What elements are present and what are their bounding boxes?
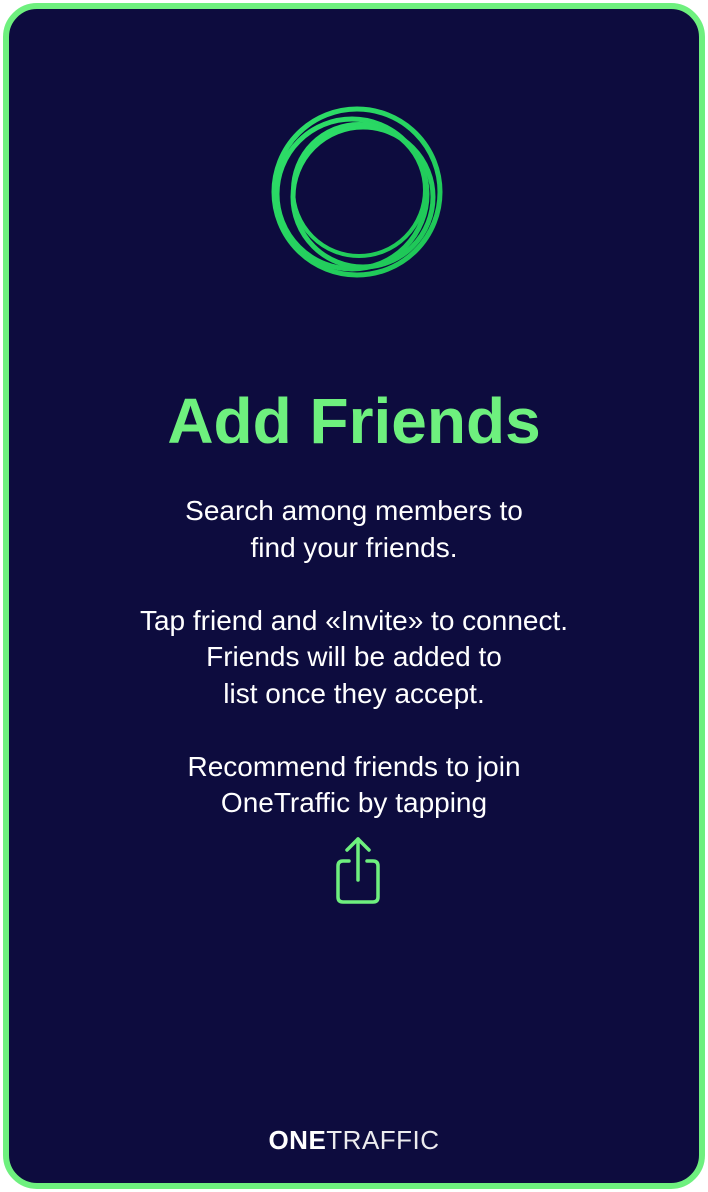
instruction-line: Recommend friends to join [187, 750, 521, 782]
instruction-line: Friends will be added to [206, 641, 502, 672]
brand-logo: ONETRAFFIC [9, 1125, 699, 1155]
instruction-search: Search among members to find your friend… [9, 493, 699, 566]
rings-logo-icon [271, 106, 443, 278]
brand-one: ONE [268, 1125, 327, 1155]
instruction-line: find your friends. [250, 531, 458, 563]
instruction-line: OneTraffic by tapping [220, 787, 488, 818]
instruction-line: list once they accept. [223, 677, 485, 709]
add-friends-card: Add Friends Search among members to find… [3, 3, 705, 1189]
instructions-text: Search among members to find your friend… [9, 493, 699, 822]
brand-traffic: TRAFFIC [326, 1125, 440, 1155]
share-icon[interactable] [333, 835, 383, 905]
instruction-line: Search among members to [185, 495, 523, 526]
page-title: Add Friends [167, 385, 541, 457]
instruction-recommend: Recommend friends to join OneTraffic by … [9, 749, 699, 822]
instruction-invite: Tap friend and «Invite» to connect. Frie… [9, 603, 699, 713]
instruction-line: Tap friend and «Invite» to connect. [139, 604, 569, 636]
